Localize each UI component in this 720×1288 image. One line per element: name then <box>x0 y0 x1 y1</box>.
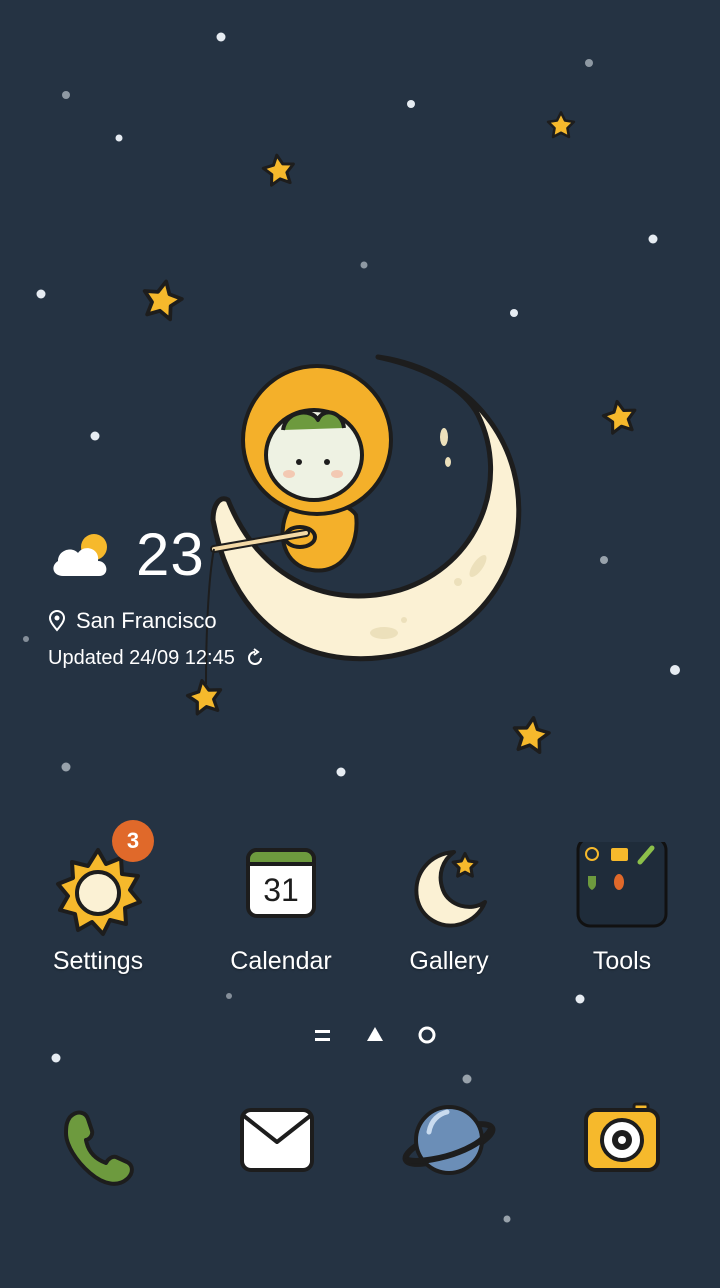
notification-badge: 3 <box>112 820 154 862</box>
app-label: Gallery <box>409 947 489 975</box>
temperature[interactable]: 23 <box>136 519 205 591</box>
settings-sun-icon: 3 <box>48 820 154 942</box>
updated-time: Updated 24/09 12:45 <box>48 646 235 669</box>
calendar-icon: 31 <box>231 842 331 942</box>
app-label: Calendar <box>230 947 332 975</box>
refresh-icon[interactable] <box>245 648 265 668</box>
app-settings[interactable]: 3 Settings <box>13 820 183 978</box>
updated-row: Updated 24/09 12:45 <box>48 644 265 672</box>
app-calendar[interactable]: 31 Calendar <box>196 842 366 978</box>
phone-icon[interactable] <box>48 1095 148 1195</box>
location-row[interactable]: San Francisco <box>48 606 217 636</box>
browser-planet-icon[interactable] <box>399 1090 499 1190</box>
location-name: San Francisco <box>76 608 217 633</box>
app-label: Tools <box>592 947 652 975</box>
home-page-indicator[interactable] <box>367 1027 383 1041</box>
camera-icon[interactable] <box>572 1090 672 1190</box>
app-label: Settings <box>52 947 144 975</box>
app-tools[interactable]: Tools <box>537 836 707 978</box>
hanging-star <box>183 676 226 717</box>
gallery-moon-icon <box>399 842 499 942</box>
calendar-date: 31 <box>263 872 299 908</box>
messages-icon[interactable] <box>227 1090 327 1190</box>
location-pin-icon <box>48 610 66 632</box>
menu-page-indicator[interactable] <box>315 1030 330 1041</box>
app-gallery[interactable]: Gallery <box>364 842 534 978</box>
page-indicator[interactable] <box>300 1018 450 1054</box>
current-page-indicator[interactable] <box>418 1026 436 1044</box>
tools-folder-icon <box>572 836 672 942</box>
partly-cloudy-icon[interactable] <box>48 528 118 582</box>
